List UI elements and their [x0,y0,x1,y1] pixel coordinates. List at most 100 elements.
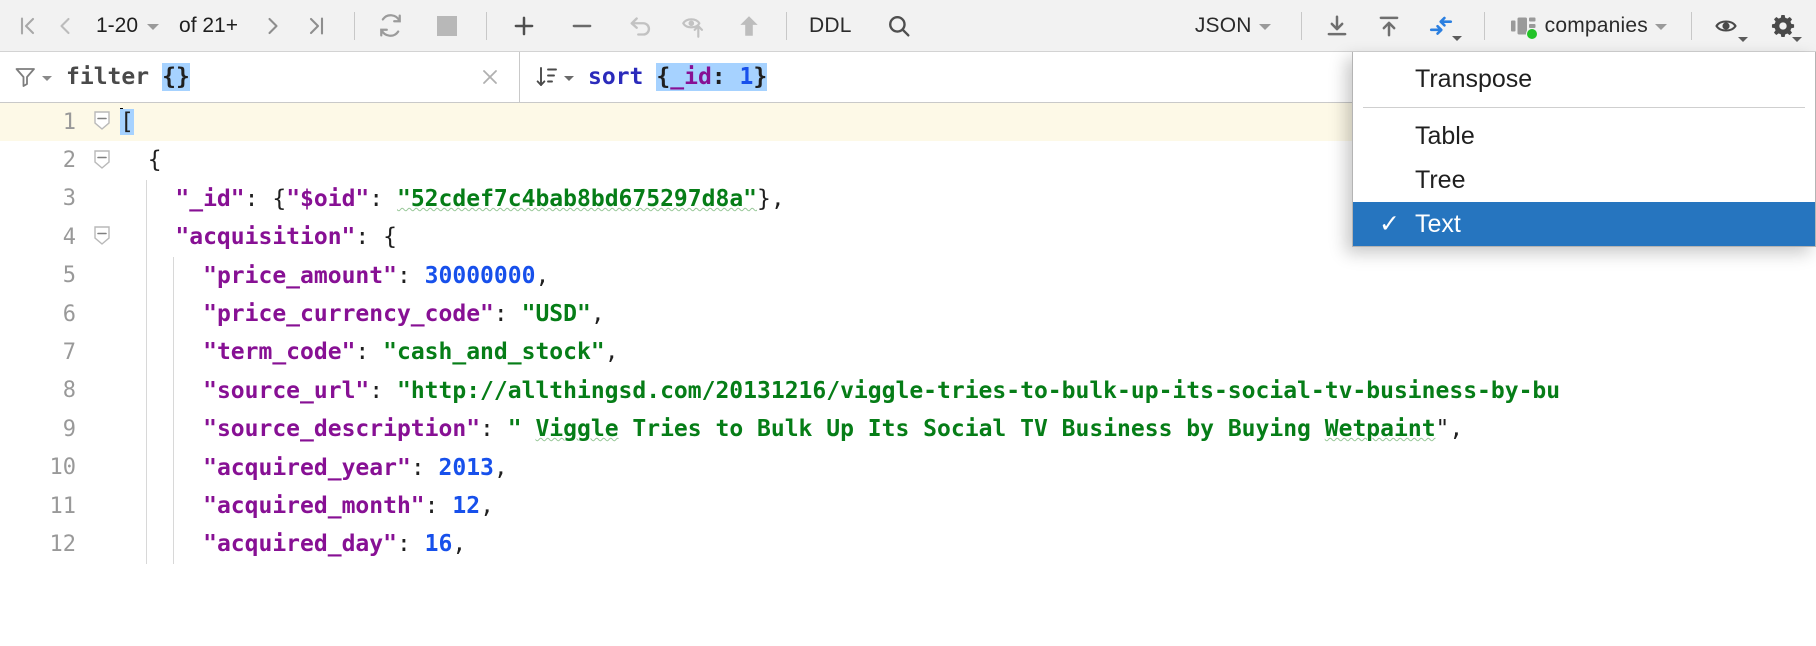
selected-text: [ [120,109,134,135]
upload-data-button[interactable] [1370,7,1408,45]
stop-button[interactable] [428,7,466,45]
compare-icon [1428,13,1454,39]
page-range-selector[interactable]: 1-20 [84,7,163,45]
remove-row-icon [569,13,595,39]
fold-gutter[interactable] [84,372,120,410]
fold-gutter[interactable] [84,257,120,295]
line-number: 3 [62,186,76,212]
line-content[interactable]: "source_description": " Viggle Tries to … [120,410,1816,449]
connection-status-dot [1525,27,1538,40]
filter-field[interactable]: filter {} [0,52,519,102]
next-page-button[interactable] [254,7,292,45]
chevron-down-icon[interactable] [564,76,574,81]
refresh-button[interactable] [371,7,410,45]
settings-button[interactable] [1764,7,1808,45]
add-row-button[interactable] [505,7,543,45]
menu-item-table[interactable]: Table [1353,114,1815,158]
code-token: "USD" [521,300,591,327]
code-token: : [480,416,508,443]
sort-value-field: _id [670,64,712,90]
line-number: 2 [62,148,76,174]
database-console-window: 1-20 of 21+ DDL JSON companies filter {}… [0,0,1816,646]
menu-item-transpose[interactable]: Transpose [1353,57,1815,101]
indent-guide [145,256,147,295]
menu-item-label: Tree [1415,165,1466,194]
line-content[interactable]: "term_code": "cash_and_stock", [120,333,1816,372]
fold-gutter[interactable] [84,525,120,563]
indent-guide [145,294,147,334]
sort-value-open-brace: { [656,64,671,90]
line-content[interactable]: "acquired_day": 16, [120,525,1816,564]
line-content[interactable]: "acquired_month": 12, [120,486,1816,526]
chevron-down-icon [1655,24,1667,30]
clear-filter-icon[interactable] [479,66,501,88]
editor-line[interactable]: 9 "source_description": " Viggle Tries t… [0,410,1816,449]
view-options-icon [1714,14,1742,38]
fold-gutter[interactable] [84,410,120,448]
fold-gutter[interactable] [84,295,120,333]
previous-page-icon [53,14,77,38]
code-token: "price_amount" [203,262,397,289]
line-content[interactable]: "acquired_year": 2013, [120,448,1816,487]
fold-gutter[interactable] [84,180,120,218]
sort-icon[interactable] [536,65,562,89]
editor-line[interactable]: 7 "term_code": "cash_and_stock", [0,333,1816,372]
code-token: "$oid" [286,185,370,212]
code-token: "acquired_day" [203,531,397,558]
filter-icon[interactable] [14,66,40,88]
fold-gutter[interactable] [84,141,120,179]
collection-selector[interactable]: companies [1503,7,1673,45]
fold-gutter[interactable] [84,218,120,256]
fold-gutter[interactable] [84,449,120,487]
sort-value-close-brace: } [753,64,768,90]
fold-collapse-icon [94,149,110,169]
fold-gutter[interactable] [84,487,120,525]
previous-page-button[interactable] [46,7,84,45]
upload-data-icon [1376,13,1402,39]
revert-button[interactable] [621,7,660,45]
format-selector[interactable]: JSON [1189,7,1277,45]
code-token: : [410,454,439,481]
chevron-down-icon [1738,36,1748,42]
line-content[interactable]: "source_url": "http://allthingsd.com/201… [120,371,1816,411]
last-page-button[interactable] [298,7,336,45]
fold-gutter[interactable] [84,103,120,141]
compare-button[interactable] [1422,7,1468,45]
remove-row-button[interactable] [563,7,601,45]
chevron-down-icon[interactable] [42,76,52,81]
code-token: 2013 [438,454,494,481]
line-content[interactable]: "price_currency_code": "USD", [120,294,1816,334]
sort-value[interactable]: {_id: 1} [656,63,768,91]
editor-line[interactable]: 12 "acquired_day": 16, [0,525,1816,564]
menu-item-text[interactable]: ✓ Text [1353,202,1815,246]
code-token: "http://allthingsd.com/20131216/viggle-t… [396,377,1561,404]
editor-line[interactable]: 11 "acquired_month": 12, [0,486,1816,526]
line-text: "price_currency_code": "USD", [120,301,605,327]
toolbar-divider-6 [1691,11,1692,40]
first-page-button[interactable] [8,7,46,45]
editor-line[interactable]: 10 "acquired_year": 2013, [0,448,1816,487]
editor-line[interactable]: 6 "price_currency_code": "USD", [0,294,1816,334]
filter-value[interactable]: {} [162,63,190,91]
editor-line[interactable]: 8 "source_url": "http://allthingsd.com/2… [0,371,1816,411]
code-token: "acquired_month" [203,492,425,519]
indent-guide [173,486,175,526]
ddl-button[interactable]: DDL [803,7,858,45]
line-content[interactable]: "price_amount": 30000000, [120,256,1816,295]
search-button[interactable] [880,7,918,45]
view-options-button[interactable] [1708,7,1754,45]
editor-line[interactable]: 5 "price_amount": 30000000, [0,256,1816,295]
submit-button[interactable] [730,7,768,45]
code-token: ", [1435,416,1464,443]
menu-item-tree[interactable]: Tree [1353,158,1815,202]
fold-gutter[interactable] [84,333,120,371]
code-token: , [590,300,605,327]
code-token: : [424,492,453,519]
indent-guide [145,333,147,372]
revert-selected-button[interactable] [674,7,714,45]
view-mode-menu[interactable]: Transpose Table Tree ✓ Text [1352,52,1816,247]
code-token: Tries to Bulk Up Its Social TV Business … [618,416,1325,443]
download-data-button[interactable] [1318,7,1356,45]
